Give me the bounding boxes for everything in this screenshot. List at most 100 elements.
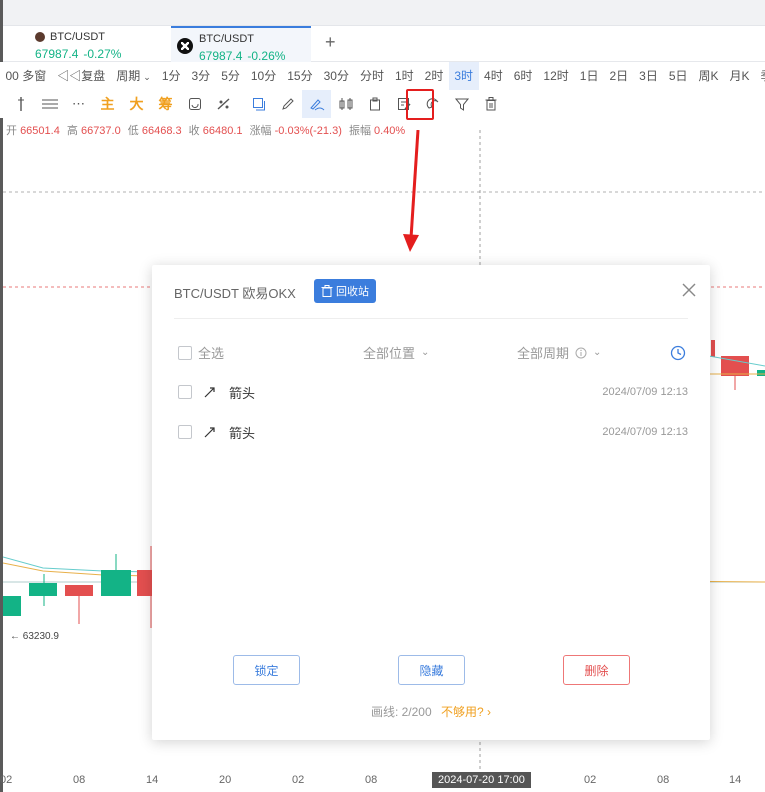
period-item[interactable]: 1日 <box>574 62 604 90</box>
drawing-time: 2024/07/09 12:13 <box>602 426 688 438</box>
info-icon <box>575 347 587 358</box>
arrow-tool-icon <box>204 387 215 398</box>
ma-line-2 <box>3 556 154 573</box>
x-tick-label: 08 <box>73 774 86 786</box>
row-checkbox[interactable] <box>178 425 192 439</box>
replay-button[interactable]: ◁◁复盘 <box>52 62 111 90</box>
period-item[interactable]: 3分 <box>186 62 216 90</box>
period-item[interactable]: 10分 <box>245 62 281 90</box>
copy-icon[interactable] <box>244 90 273 118</box>
btc-coin-icon <box>35 32 45 42</box>
highlight-box <box>406 89 434 120</box>
candle <box>65 585 93 596</box>
close-icon[interactable] <box>682 283 696 297</box>
multi-window-button[interactable]: 00 多窗 <box>0 62 52 90</box>
x-tick-label: 08 <box>657 774 670 786</box>
candle <box>29 583 57 596</box>
drawing-toolbar: ⋯ 主 大 筹 <box>0 90 765 118</box>
select-all[interactable]: 全选 <box>178 343 224 362</box>
period-item[interactable]: 分时 <box>354 62 389 90</box>
tab-change: -0.27% <box>83 47 122 61</box>
period-item[interactable]: 5分 <box>216 62 246 90</box>
position-filter[interactable]: 全部位置 ⌄ <box>363 343 429 362</box>
period-menu[interactable]: 周期 ⌄ <box>111 62 157 90</box>
row-checkbox[interactable] <box>178 385 192 399</box>
annotation-arrow <box>409 130 420 239</box>
main-indicator-button[interactable]: 主 <box>93 90 122 118</box>
drawing-name: 箭头 <box>229 425 256 441</box>
symbol-tab-2[interactable]: BTC/USDT 67987.4 -0.26% <box>171 26 311 63</box>
x-tick-label: 14 <box>146 774 159 786</box>
chevron-down-icon: ⌄ <box>421 347 430 358</box>
period-item[interactable]: 12时 <box>538 62 574 90</box>
drawing-row[interactable]: 箭头 2024/07/09 12:13 <box>178 422 688 442</box>
period-item[interactable]: 月K <box>724 62 755 90</box>
period-item[interactable]: 3日 <box>634 62 664 90</box>
recycle-bin-button[interactable]: 回收站 <box>314 279 376 303</box>
period-item[interactable]: 4时 <box>479 62 509 90</box>
multi-window-icon: 00 <box>5 69 19 83</box>
upgrade-link[interactable]: 不够用? › <box>441 705 491 719</box>
tab-symbol: BTC/USDT <box>50 31 105 43</box>
x-tick-label: 02 <box>292 774 305 786</box>
period-item[interactable]: 6时 <box>508 62 538 90</box>
draw-tool-icon[interactable] <box>302 90 331 118</box>
arrow-tool-icon <box>204 427 215 438</box>
add-tab-icon[interactable]: + <box>325 32 336 53</box>
big-order-button[interactable]: 大 <box>122 90 151 118</box>
filter-icon[interactable] <box>447 90 476 118</box>
period-item[interactable]: 30分 <box>318 62 354 90</box>
x-tick-label: 02 <box>584 774 597 786</box>
x-tick-label: 14 <box>729 774 742 786</box>
period-bar: 00 多窗 ◁◁复盘 周期 ⌄ 1分 3分 5分 10分 15分 30分 分时 1时 2时 3时 4时… <box>0 62 765 90</box>
x-tick-label: 02 <box>0 774 13 786</box>
pencil-icon[interactable] <box>273 90 302 118</box>
x-tick-label: 08 <box>365 774 378 786</box>
x-axis: 02 08 14 20 02 08 2024-07-20 17:00 02 08… <box>0 770 765 792</box>
measure-icon[interactable] <box>209 90 238 118</box>
drawing-count: 画线: 2/200 不够用? › <box>152 703 710 720</box>
period-item[interactable]: 1时 <box>389 62 419 90</box>
annotation-arrow-head <box>403 234 419 252</box>
crosshair-time-label: 2024-07-20 17:00 <box>432 772 531 788</box>
dialog-title: BTC/USDT 欧易OKX <box>174 286 296 301</box>
period-item[interactable]: 2日 <box>604 62 634 90</box>
period-item[interactable]: 2时 <box>419 62 449 90</box>
chevron-down-icon: ⌄ <box>143 72 151 82</box>
refresh-icon[interactable] <box>180 90 209 118</box>
candle <box>757 370 765 376</box>
okx-coin-icon <box>177 38 193 54</box>
drawing-name: 箭头 <box>229 385 256 401</box>
trash-icon[interactable] <box>476 90 505 118</box>
period-item[interactable]: 季K <box>755 62 765 90</box>
select-all-checkbox[interactable] <box>178 345 192 360</box>
chip-button[interactable]: 筹 <box>151 90 180 118</box>
period-item[interactable]: 周K <box>693 62 724 90</box>
clipboard-icon[interactable] <box>360 90 389 118</box>
window-top-strip <box>0 0 765 26</box>
period-item[interactable]: 15分 <box>282 62 318 90</box>
trash-icon <box>321 285 333 297</box>
candles-icon[interactable] <box>331 90 360 118</box>
chevron-down-icon: ⌄ <box>593 347 602 358</box>
period-item[interactable]: 5日 <box>663 62 693 90</box>
period-filter[interactable]: 全部周期 ⌄ <box>517 343 601 362</box>
divider <box>174 318 688 319</box>
hlines-icon[interactable] <box>35 90 64 118</box>
clock-icon[interactable] <box>670 345 686 361</box>
more-icon[interactable]: ⋯ <box>64 90 93 118</box>
drawing-manager-dialog: BTC/USDT 欧易OKX 回收站 全选 全部位置 ⌄ 全部周期 ⌄ 箭头 2… <box>152 265 710 740</box>
period-item[interactable]: 1分 <box>156 62 186 90</box>
tab-change: -0.26% <box>247 49 286 63</box>
tab-price: 67987.4 <box>199 49 243 63</box>
delete-button[interactable]: 删除 <box>563 655 630 685</box>
rewind-icon: ◁◁ <box>57 69 82 83</box>
lock-button[interactable]: 锁定 <box>233 655 300 685</box>
drawing-row[interactable]: 箭头 2024/07/09 12:13 <box>178 382 688 402</box>
symbol-tab-1[interactable]: BTC/USDT 67987.4 -0.27% <box>25 26 170 62</box>
period-item[interactable]: 3时 <box>448 62 479 90</box>
hide-button[interactable]: 隐藏 <box>398 655 465 685</box>
candle <box>101 570 131 596</box>
crosshair-line-icon[interactable] <box>6 90 35 118</box>
candle <box>3 596 21 616</box>
